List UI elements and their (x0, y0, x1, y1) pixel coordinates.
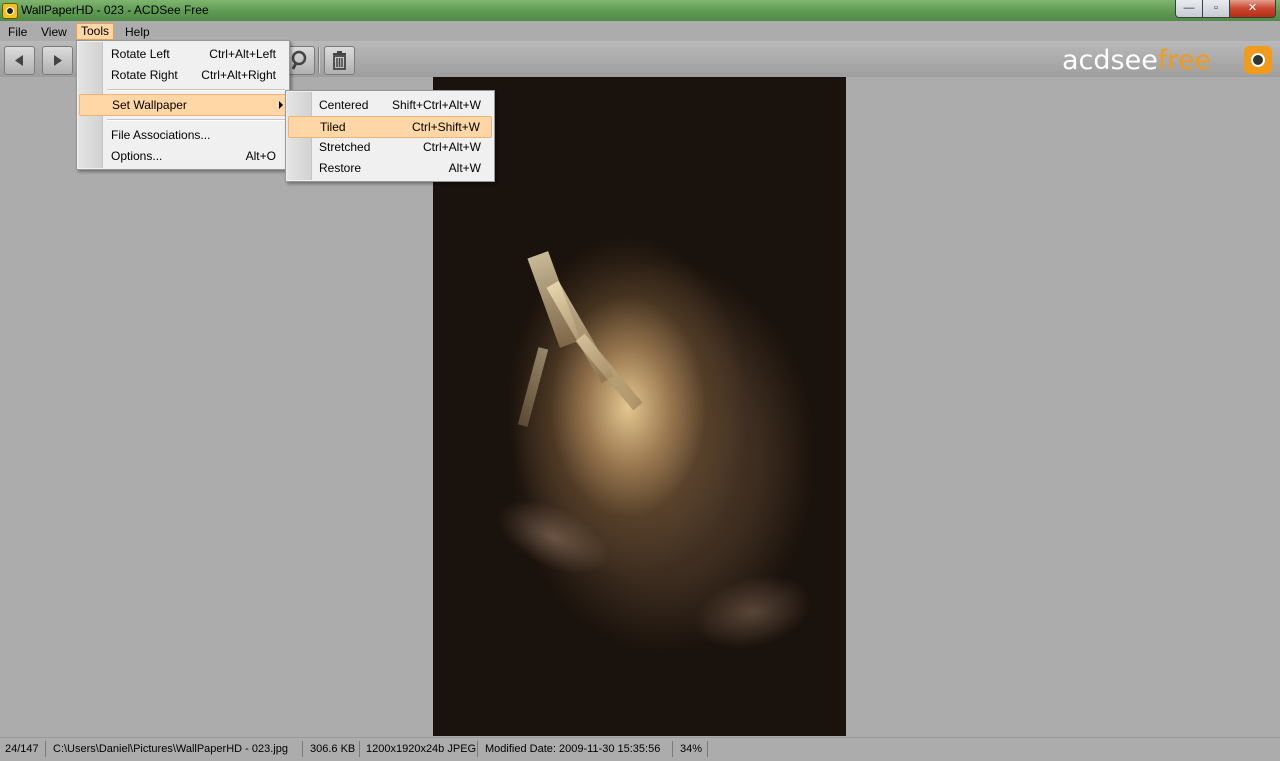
toolbar-separator (318, 47, 320, 73)
maximize-button[interactable]: ▫ (1202, 0, 1230, 18)
title-bar: WallPaperHD - 023 - ACDSee Free — ▫ ✕ (0, 0, 1280, 21)
status-separator (707, 741, 708, 757)
window-title: WallPaperHD - 023 - ACDSee Free (21, 3, 209, 17)
restore-shortcut: Alt+W (448, 161, 481, 175)
tiled-shortcut: Ctrl+Shift+W (411, 120, 480, 134)
submenu-arrow-icon (279, 101, 283, 109)
delete-button[interactable] (324, 46, 355, 75)
file-associations-label: File Associations... (111, 128, 211, 142)
file-size: 306.6 KB (310, 743, 356, 755)
status-separator (477, 741, 478, 757)
submenu-item-stretched[interactable]: Stretched Ctrl+Alt+W (319, 137, 481, 157)
minimize-button[interactable]: — (1175, 0, 1203, 18)
restore-icon: ▫ (1214, 2, 1218, 14)
image-detail (517, 347, 549, 427)
set-wallpaper-label: Set Wallpaper (112, 98, 187, 112)
logo-text-acdsee: acdsee (1062, 45, 1158, 76)
stretched-label: Stretched (319, 140, 371, 154)
wallpaper-submenu: Centered Shift+Ctrl+Alt+W Tiled Ctrl+Shi… (285, 90, 495, 182)
rotate-right-label: Rotate Right (111, 68, 178, 82)
menu-help[interactable]: Help (121, 24, 154, 40)
close-button[interactable]: ✕ (1229, 0, 1276, 18)
menu-separator (107, 89, 285, 91)
options-shortcut: Alt+O (245, 149, 276, 163)
submenu-item-restore[interactable]: Restore Alt+W (319, 158, 481, 178)
options-label: Options... (111, 149, 163, 163)
status-separator (359, 741, 360, 757)
file-path: C:\Users\Daniel\Pictures\WallPaperHD - 0… (53, 743, 288, 755)
logo-text-free: free (1157, 45, 1212, 76)
menu-bar: File View Tools Help (0, 22, 1280, 41)
zoom-level: 34% (680, 743, 703, 755)
rotate-left-label: Rotate Left (111, 47, 170, 61)
trash-icon (333, 51, 346, 70)
centered-shortcut: Shift+Ctrl+Alt+W (391, 98, 481, 112)
menu-tools[interactable]: Tools (76, 23, 115, 40)
menu-item-options[interactable]: Options... Alt+O (111, 146, 276, 166)
previous-image-button[interactable] (4, 46, 35, 75)
status-bar: 24/147 C:\Users\Daniel\Pictures\WallPape… (0, 737, 1280, 761)
menu-item-set-wallpaper[interactable]: Set Wallpaper (79, 94, 287, 116)
status-separator (672, 741, 673, 757)
next-image-button[interactable] (42, 46, 73, 75)
submenu-item-tiled[interactable]: Tiled Ctrl+Shift+W (288, 116, 492, 138)
image-detail (485, 484, 621, 590)
acdsee-free-logo: acdseefree (1062, 46, 1211, 76)
submenu-item-centered[interactable]: Centered Shift+Ctrl+Alt+W (319, 95, 481, 115)
tiled-label: Tiled (320, 120, 346, 134)
stretched-shortcut: Ctrl+Alt+W (422, 140, 481, 154)
status-separator (302, 741, 303, 757)
modified-date: Modified Date: 2009-11-30 15:35:56 (485, 743, 661, 755)
rotate-right-shortcut: Ctrl+Alt+Right (201, 68, 276, 82)
menu-item-rotate-right[interactable]: Rotate Right Ctrl+Alt+Right (111, 65, 276, 85)
image-detail (685, 562, 821, 662)
menu-file[interactable]: File (4, 24, 31, 40)
acdsee-app-icon[interactable] (2, 3, 18, 19)
arrow-left-icon (15, 55, 23, 66)
arrow-right-icon (54, 55, 62, 66)
image-index: 24/147 (5, 743, 39, 755)
minimize-icon: — (1183, 2, 1195, 14)
rotate-left-shortcut: Ctrl+Alt+Left (209, 47, 276, 61)
image-dimensions: 1200x1920x24b JPEG (366, 743, 477, 755)
centered-label: Centered (319, 98, 369, 112)
status-separator (45, 741, 46, 757)
camera-logo-icon (1244, 46, 1272, 74)
menu-item-file-associations[interactable]: File Associations... (111, 125, 276, 145)
image-detail (575, 333, 643, 411)
tools-menu: Rotate Left Ctrl+Alt+Left Rotate Right C… (76, 40, 290, 170)
menu-view[interactable]: View (37, 24, 71, 40)
menu-separator (107, 119, 285, 121)
restore-label: Restore (319, 161, 362, 175)
close-icon: ✕ (1247, 2, 1258, 14)
menu-item-rotate-left[interactable]: Rotate Left Ctrl+Alt+Left (111, 44, 276, 64)
